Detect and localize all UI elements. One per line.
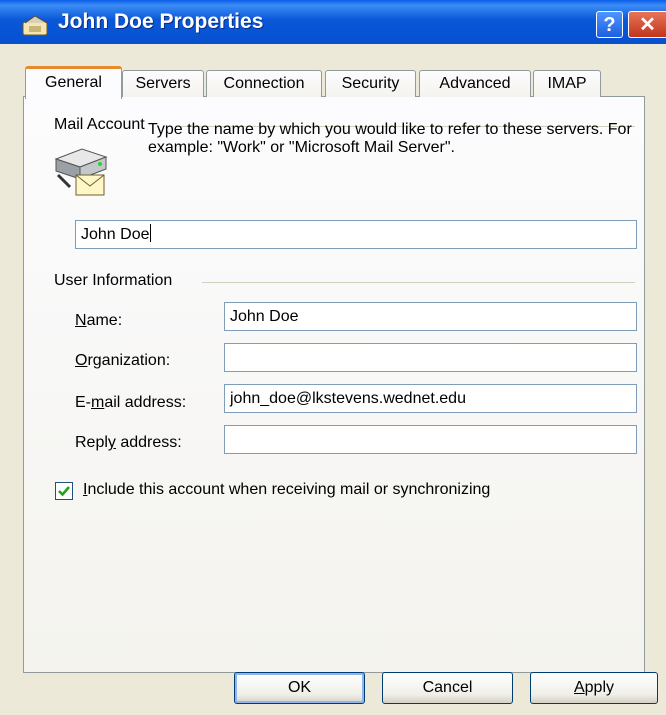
user-information-divider [202, 282, 635, 283]
help-icon: ? [603, 14, 616, 36]
text-cursor [149, 224, 151, 242]
account-name-input[interactable]: John Doe [75, 220, 637, 249]
apply-button[interactable]: Apply [530, 672, 658, 704]
checkmark-icon [58, 486, 70, 497]
reply-address-label: Reply address: [75, 434, 182, 451]
organization-label: Organization: [75, 352, 171, 369]
tab-connection[interactable]: Connection [206, 70, 322, 97]
include-account-label[interactable]: Include this account when receiving mail… [83, 481, 490, 499]
tab-imap[interactable]: IMAP [533, 70, 601, 97]
tab-servers[interactable]: Servers [122, 70, 204, 97]
cancel-button[interactable]: Cancel [382, 672, 513, 704]
mail-account-description: Type the name by which you would like to… [148, 121, 632, 156]
organization-input[interactable] [224, 343, 637, 372]
mail-account-group-label: Mail Account [54, 116, 145, 133]
close-button[interactable]: ✕ [628, 11, 666, 38]
close-icon: ✕ [639, 14, 656, 36]
ok-button[interactable]: OK [234, 672, 365, 704]
email-address-label: E-mail address: [75, 394, 187, 411]
help-button[interactable]: ? [596, 11, 623, 38]
mail-server-icon [54, 148, 108, 196]
title-bar[interactable]: John Doe Properties ? ✕ [0, 0, 666, 44]
user-information-group-label: User Information [54, 272, 173, 289]
tab-general[interactable]: General [25, 66, 122, 99]
include-account-checkbox[interactable] [55, 482, 73, 500]
tab-security[interactable]: Security [325, 70, 416, 97]
name-label: Name: [75, 312, 123, 329]
email-address-input[interactable]: john_doe@lkstevens.wednet.edu [224, 384, 637, 413]
window-title: John Doe Properties [58, 10, 264, 33]
outlook-properties-icon [22, 15, 48, 36]
tab-advanced[interactable]: Advanced [419, 70, 531, 97]
name-input[interactable]: John Doe [224, 302, 637, 331]
properties-dialog: John Doe Properties ? ✕ General Servers … [0, 0, 666, 715]
reply-address-input[interactable] [224, 425, 637, 454]
